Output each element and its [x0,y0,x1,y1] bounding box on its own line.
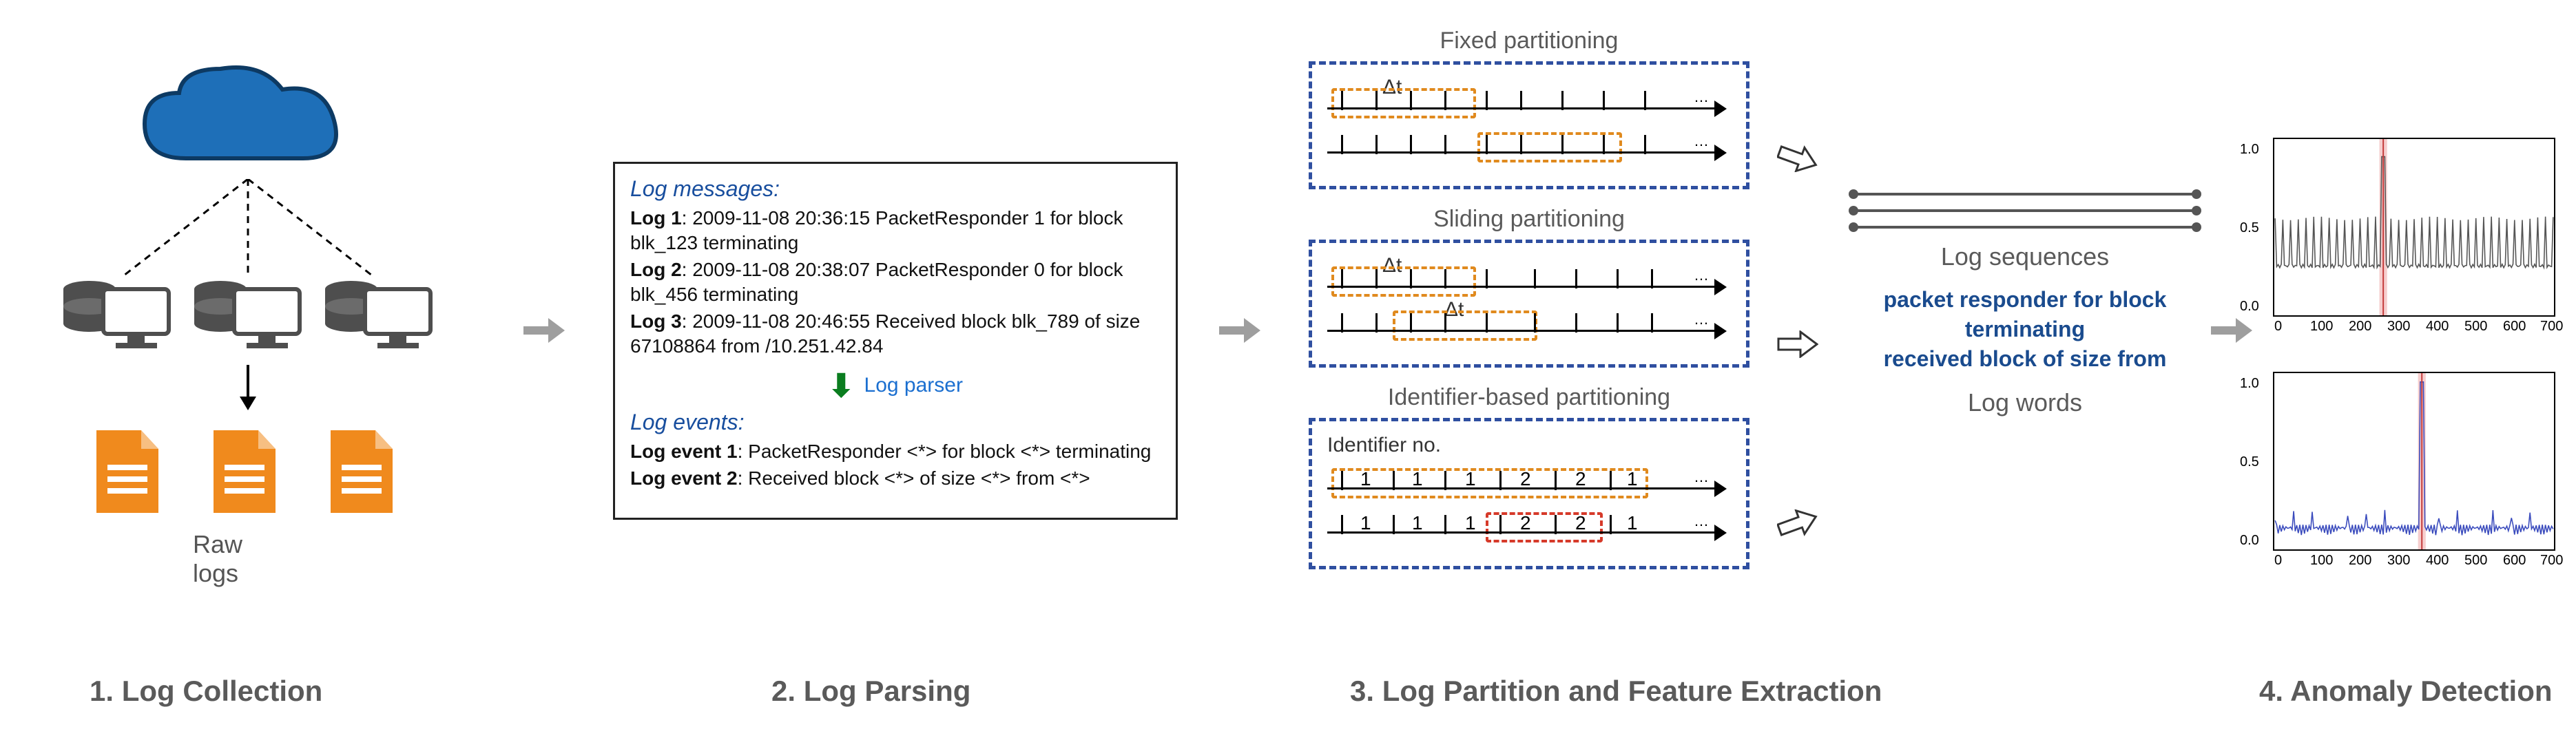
log2: Log 2: 2009-11-08 20:38:07 PacketRespond… [630,257,1161,308]
fixed-timeline-2: … [1327,127,1731,161]
ident-timeline-1: 1 1 1 2 2 1 … [1327,463,1731,497]
log-parser-arrow: ⬇ Log parser [630,367,1161,404]
sequence-line [1851,226,2199,229]
down-arrow-green-icon: ⬇ [828,367,855,404]
server-node-1 [62,268,172,358]
log-words-label: Log words [1846,388,2204,417]
stage3-label: 3. Log Partition and Feature Extraction [1350,675,1882,708]
log-file-icon-3 [324,427,399,516]
stage2-label: 2. Log Parsing [771,675,970,708]
stage3-output: Log sequences packet responder for block… [1846,179,2204,431]
log-file-icon-2 [207,427,282,516]
raw-logs-label: Raw logs [193,530,242,588]
log-parsing-box: Log messages: Log 1: 2009-11-08 20:36:15… [613,162,1178,520]
hollow-arrow-1 [1777,145,1818,172]
arrow-stage1-to-2 [523,317,565,344]
event1: Log event 1: PacketResponder <*> for blo… [630,439,1161,464]
ident-timeline-2: 1 1 1 2 2 1 … [1327,507,1731,541]
hollow-arrow-2 [1777,330,1818,358]
log1: Log 1: 2009-11-08 20:36:15 PacketRespond… [630,206,1161,256]
server-node-3 [324,268,434,358]
log-messages-heading: Log messages: [630,176,1161,202]
down-arrow-icon [234,365,262,413]
log3: Log 3: 2009-11-08 20:46:55 Received bloc… [630,309,1161,359]
identifier-partitioning-box: Identifier no. 1 1 1 2 2 1 … 1 1 1 2 2 1… [1309,418,1749,569]
server-node-2 [193,268,303,358]
fixed-partitioning-box: Δt … … [1309,61,1749,189]
stage4-label: 4. Anomaly Detection [2259,675,2553,708]
log-parser-label: Log parser [864,374,963,397]
stage1-label: 1. Log Collection [90,675,322,708]
fixed-partitioning-title: Fixed partitioning [1295,28,1763,54]
identifier-no-label: Identifier no. [1327,434,1731,457]
anomaly-chart-1: 1.0 0.5 0.0 0 100 200 300 400 500 600 70… [2273,138,2555,317]
sequence-line [1851,193,2199,196]
hollow-arrow-3 [1777,509,1818,537]
anomaly-chart-2: 1.0 0.5 0.0 0 100 200 300 400 500 600 70… [2273,372,2555,551]
sliding-partitioning-title: Sliding partitioning [1295,206,1763,233]
cloud-icon [131,55,351,193]
log-words-text: packet responder for block terminating r… [1846,285,2204,375]
sequence-line [1851,209,2199,212]
log-sequences-label: Log sequences [1846,242,2204,271]
sliding-timeline-2: Δt … [1327,305,1731,339]
sliding-timeline-1: Δt … [1327,261,1731,295]
log-file-icon-1 [90,427,165,516]
event2: Log event 2: Received block <*> of size … [630,466,1161,491]
log-events-heading: Log events: [630,410,1161,435]
arrow-stage2-to-3 [1219,317,1260,344]
arrow-stage3-to-4 [2211,317,2252,344]
partition-container: Fixed partitioning Δt … … Sliding partit… [1295,28,1763,586]
fixed-timeline-1: Δt … [1327,83,1731,117]
sliding-partitioning-box: Δt … Δt … [1309,240,1749,368]
identifier-partitioning-title: Identifier-based partitioning [1295,384,1763,411]
